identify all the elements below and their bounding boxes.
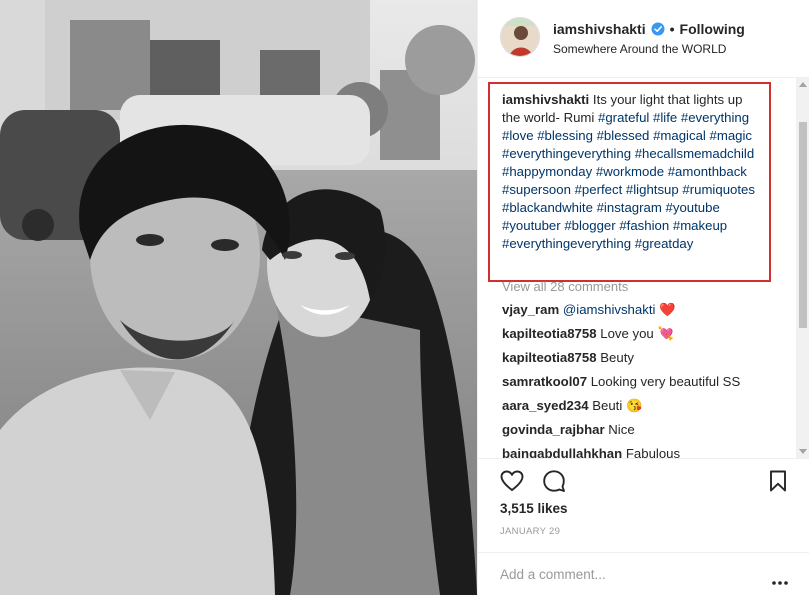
hashtag-link[interactable]: #magical [653,128,706,143]
comment-text: Fabulous [625,446,681,458]
hashtag-link[interactable]: #life [653,110,677,125]
post-details-panel: iamshivshakti • Following Somewhere Arou… [477,0,809,595]
comment-username[interactable]: kapilteotia8758 [502,350,597,365]
hashtag-link[interactable]: #workmode [596,164,664,179]
comment-username[interactable]: baingabdullahkhan [502,446,622,458]
scroll-down-arrow-icon[interactable] [799,449,807,454]
comment-username[interactable]: kapilteotia8758 [502,326,597,341]
scrollbar[interactable] [796,78,809,458]
comments-scroll-area[interactable]: iamshivshakti Its your light that lights… [478,78,809,458]
comment-row: kapilteotia8758 Love you 💘 [502,326,674,342]
add-comment-bar [478,552,809,595]
heart-icon[interactable] [500,469,524,493]
likes-count[interactable]: 3,515 likes [500,501,568,516]
hashtag-link[interactable]: #instagram [597,200,662,215]
comment-text: Beuti [592,398,623,413]
caption-highlight: iamshivshakti Its your light that lights… [488,82,771,282]
hashtag-link[interactable]: #rumiquotes [682,182,755,197]
post-header: iamshivshakti • Following Somewhere Arou… [478,0,809,78]
comment-row: vjay_ram @iamshivshakti ❤️ [502,302,676,318]
hashtag-link[interactable]: #everythingeverything [502,146,631,161]
post-username[interactable]: iamshivshakti [553,21,646,37]
comment-text: Looking very beautiful SS [590,374,741,389]
comment-username[interactable]: aara_syed234 [502,398,589,413]
comment-text: Love you [600,326,654,341]
separator-dot: • [669,21,675,37]
comment-row: govinda_rajbhar Nice [502,422,635,437]
hashtag-link[interactable]: #happymonday [502,164,592,179]
hashtag-link[interactable]: #blessed [597,128,650,143]
comment-text[interactable]: @iamshivshakti [563,302,656,317]
hashtag-link[interactable]: #lightsup [626,182,679,197]
comment-emoji: ❤️ [659,302,676,317]
comment-row: baingabdullahkhan Fabulous [502,446,680,458]
more-options-icon[interactable] [772,572,788,585]
caption-hashtags: #grateful #life #everything #love #bless… [502,110,755,251]
action-bar [478,458,809,498]
caption-username[interactable]: iamshivshakti [502,92,589,107]
hashtag-link[interactable]: #hecallsmemadchild [635,146,754,161]
comment-username[interactable]: vjay_ram [502,302,559,317]
verified-badge-icon [651,22,665,36]
hashtag-link[interactable]: #greatday [635,236,694,251]
view-all-comments-link[interactable]: View all 28 comments [502,279,628,294]
hashtag-link[interactable]: #amonthback [668,164,747,179]
hashtag-link[interactable]: #magic [710,128,753,143]
hashtag-link[interactable]: #blackandwhite [502,200,593,215]
post-date[interactable]: JANUARY 29 [500,526,560,537]
comment-text: Beuty [600,350,634,365]
comment-row: samratkool07 Looking very beautiful SS [502,374,740,389]
avatar[interactable] [500,17,540,57]
hashtag-link[interactable]: #youtuber [502,218,561,233]
comment-text: Nice [608,422,635,437]
add-comment-input[interactable] [500,564,740,584]
following-button[interactable]: Following [680,21,745,37]
scrollbar-thumb[interactable] [799,122,807,328]
comment-username[interactable]: govinda_rajbhar [502,422,605,437]
comment-row: aara_syed234 Beuti 😘 [502,398,642,414]
hashtag-link[interactable]: #fashion [619,218,669,233]
scroll-up-arrow-icon[interactable] [799,82,807,87]
hashtag-link[interactable]: #love [502,128,534,143]
post-photo[interactable] [0,0,477,595]
comment-emoji: 💘 [657,326,674,341]
bookmark-icon[interactable] [766,469,790,493]
hashtag-link[interactable]: #supersoon [502,182,571,197]
hashtag-link[interactable]: #makeup [673,218,727,233]
hashtag-link[interactable]: #youtube [666,200,720,215]
hashtag-link[interactable]: #everything [681,110,749,125]
comment-bubble-icon[interactable] [542,469,566,493]
username-row: iamshivshakti • Following [553,21,745,37]
hashtag-link[interactable]: #grateful [598,110,649,125]
hashtag-link[interactable]: #perfect [575,182,623,197]
hashtag-link[interactable]: #blogger [564,218,615,233]
comment-username[interactable]: samratkool07 [502,374,587,389]
comment-emoji: 😘 [625,398,643,413]
hashtag-link[interactable]: #blessing [537,128,593,143]
hashtag-link[interactable]: #everythingeverything [502,236,631,251]
comment-row: kapilteotia8758 Beuty [502,350,634,365]
location-link[interactable]: Somewhere Around the WORLD [553,42,726,56]
